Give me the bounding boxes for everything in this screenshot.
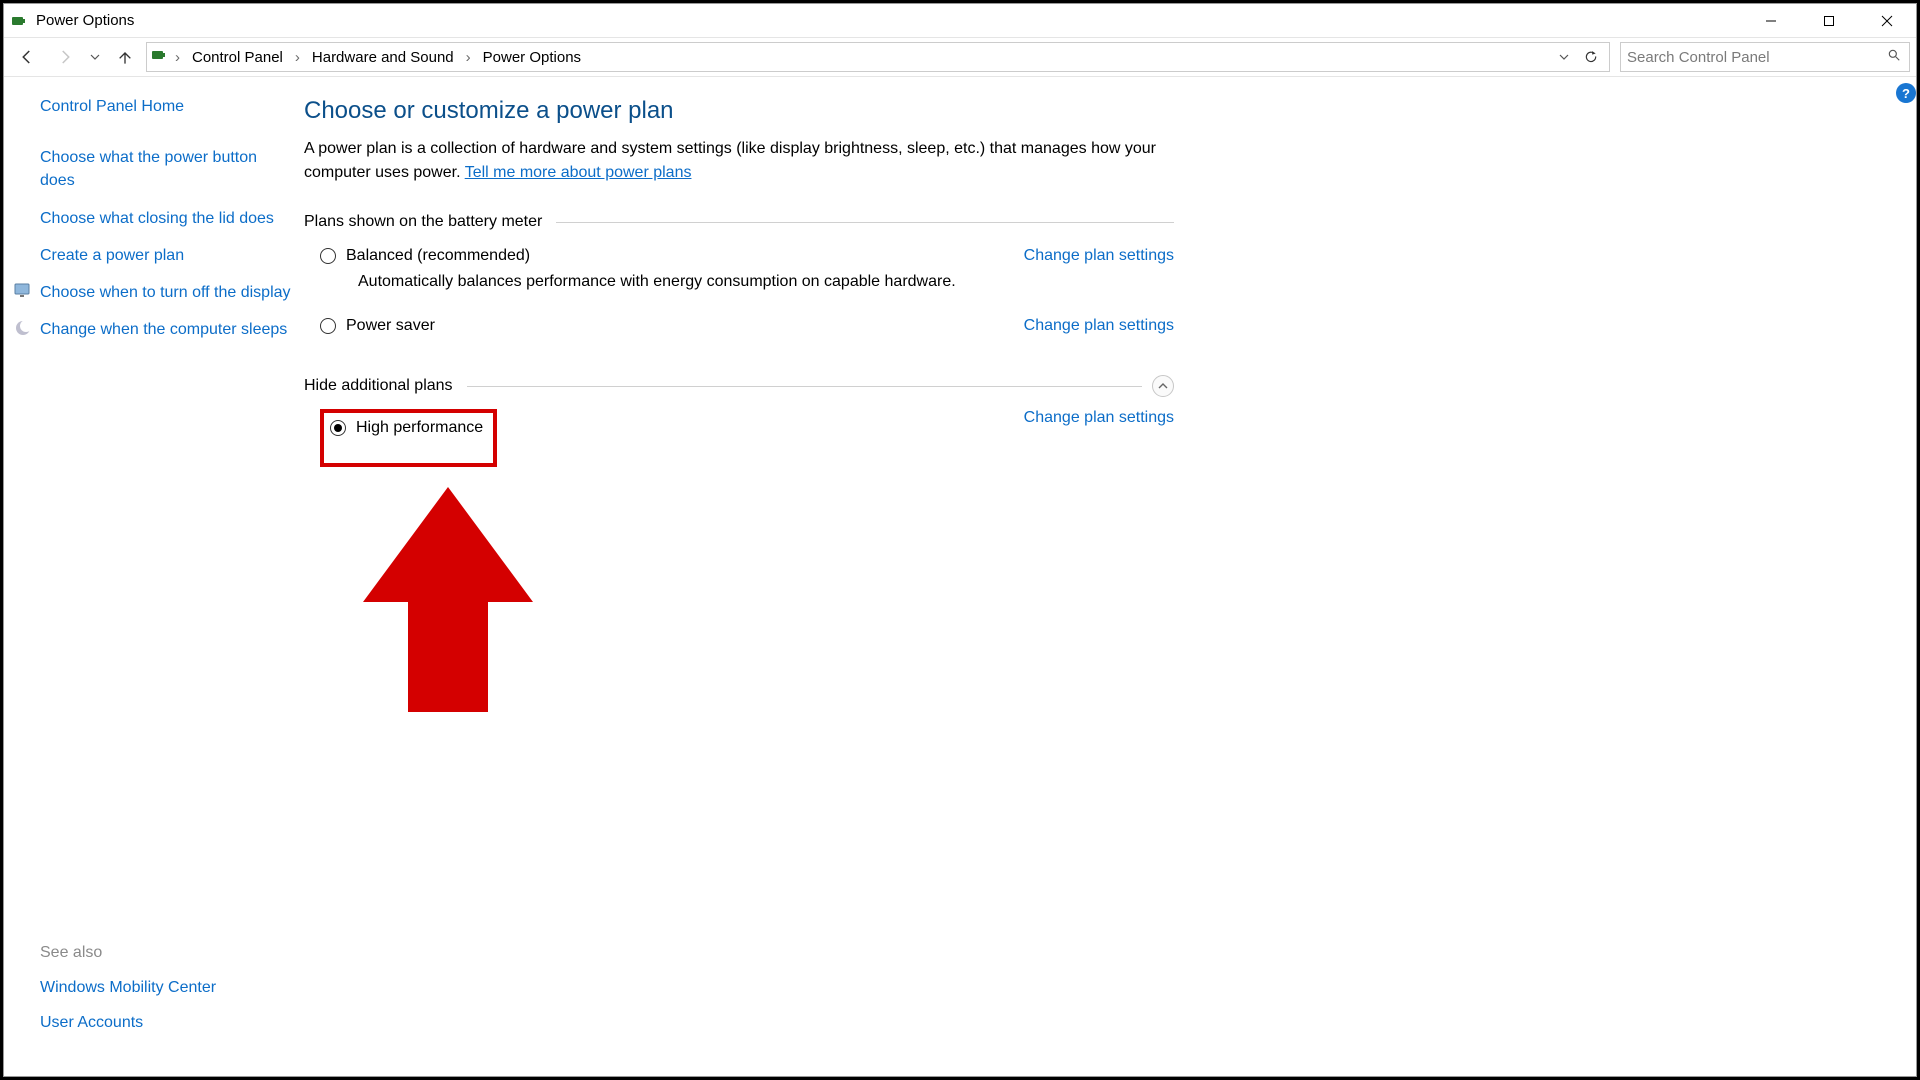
change-plan-high[interactable]: Change plan settings <box>1024 409 1174 427</box>
radio-unchecked[interactable] <box>320 318 336 334</box>
radio-checked[interactable] <box>330 420 346 436</box>
breadcrumb-control-panel[interactable]: Control Panel <box>188 47 287 68</box>
window-controls <box>1742 4 1916 37</box>
search-input[interactable] <box>1627 49 1903 66</box>
page-heading: Choose or customize a power plan <box>304 97 1896 125</box>
main-content: Choose or customize a power plan A power… <box>304 77 1916 1076</box>
content-body: ? Control Panel Home Choose what the pow… <box>4 77 1916 1076</box>
history-dropdown[interactable] <box>86 52 104 62</box>
minimize-button[interactable] <box>1742 4 1800 37</box>
learn-more-link[interactable]: Tell me more about power plans <box>465 164 692 181</box>
back-button[interactable] <box>10 40 44 74</box>
plan-saver-label: Power saver <box>346 317 435 335</box>
plan-balanced[interactable]: Balanced (recommended) <box>320 247 530 265</box>
sidebar-computer-sleeps[interactable]: Change when the computer sleeps <box>40 318 294 341</box>
see-also-mobility[interactable]: Windows Mobility Center <box>40 976 216 999</box>
chevron-right-icon: › <box>460 49 477 66</box>
address-dropdown[interactable] <box>1553 49 1575 66</box>
plan-high-label: High performance <box>356 419 483 437</box>
annotation-arrow-up-icon <box>358 487 538 721</box>
address-bar[interactable]: › Control Panel › Hardware and Sound › P… <box>146 42 1610 72</box>
sidebar: Control Panel Home Choose what the power… <box>4 77 304 1076</box>
radio-unchecked[interactable] <box>320 248 336 264</box>
see-also-accounts[interactable]: User Accounts <box>40 1011 216 1034</box>
see-also: See also Windows Mobility Center User Ac… <box>40 944 216 1046</box>
chevron-right-icon: › <box>169 49 186 66</box>
battery-icon <box>151 47 167 67</box>
see-also-head: See also <box>40 944 216 962</box>
divider <box>467 386 1142 387</box>
plan-saver-row: Power saver Change plan settings <box>304 317 1174 335</box>
sidebar-turn-off-display[interactable]: Choose when to turn off the display <box>40 281 294 304</box>
moon-icon <box>14 319 32 337</box>
control-panel-window: Power Options › Control Panel › Hardware… <box>3 3 1917 1077</box>
page-description: A power plan is a collection of hardware… <box>304 137 1184 185</box>
navbar: › Control Panel › Hardware and Sound › P… <box>4 37 1916 77</box>
sidebar-close-lid[interactable]: Choose what closing the lid does <box>40 207 294 230</box>
display-icon <box>14 282 32 300</box>
close-button[interactable] <box>1858 4 1916 37</box>
battery-icon <box>10 12 28 30</box>
divider <box>556 222 1174 223</box>
change-plan-saver[interactable]: Change plan settings <box>1024 317 1174 335</box>
search-icon <box>1887 48 1901 66</box>
plan-balanced-label: Balanced (recommended) <box>346 247 530 265</box>
group-additional: Hide additional plans <box>304 375 1174 397</box>
forward-button[interactable] <box>48 40 82 74</box>
sidebar-home[interactable]: Control Panel Home <box>40 95 294 118</box>
chevron-right-icon: › <box>289 49 306 66</box>
annotation-highlight-box: High performance <box>320 409 497 467</box>
breadcrumb-power-options[interactable]: Power Options <box>479 47 585 68</box>
refresh-button[interactable] <box>1577 50 1605 64</box>
breadcrumb-hardware-sound[interactable]: Hardware and Sound <box>308 47 458 68</box>
plan-high-row: High performance Change plan settings <box>304 409 1174 467</box>
sidebar-power-button[interactable]: Choose what the power button does <box>40 146 294 192</box>
group-battery-meter: Plans shown on the battery meter <box>304 213 1174 231</box>
plan-balanced-row: Balanced (recommended) Change plan setti… <box>304 247 1174 265</box>
plan-high-performance[interactable]: High performance <box>330 419 483 437</box>
search-box[interactable] <box>1620 42 1910 72</box>
up-button[interactable] <box>108 40 142 74</box>
plan-balanced-desc: Automatically balances performance with … <box>304 273 1174 291</box>
titlebar: Power Options <box>4 4 1916 37</box>
maximize-button[interactable] <box>1800 4 1858 37</box>
window-title: Power Options <box>36 12 134 29</box>
collapse-button[interactable] <box>1152 375 1174 397</box>
plan-saver[interactable]: Power saver <box>320 317 435 335</box>
sidebar-create-plan[interactable]: Create a power plan <box>40 244 294 267</box>
change-plan-balanced[interactable]: Change plan settings <box>1024 247 1174 265</box>
